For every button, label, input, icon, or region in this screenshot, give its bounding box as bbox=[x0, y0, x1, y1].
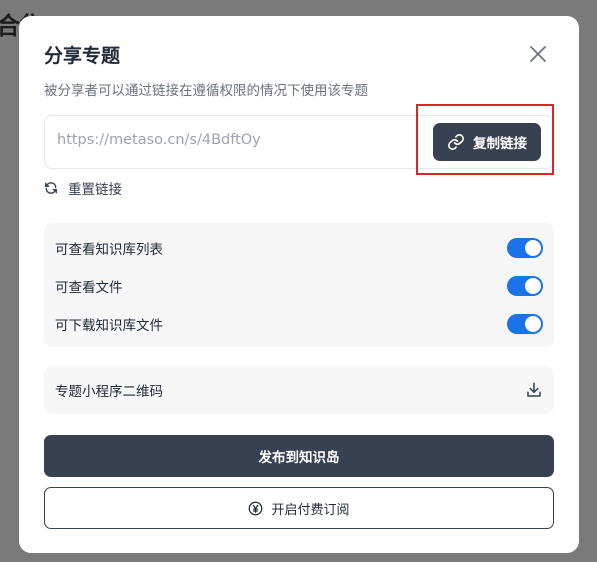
link-icon bbox=[448, 134, 464, 150]
dialog-subtitle: 被分享者可以通过链接在遵循权限的情况下使用该专题 bbox=[44, 83, 368, 99]
share-topic-dialog: 分享专题 被分享者可以通过链接在遵循权限的情况下使用该专题 复制链接 重置链接 … bbox=[19, 16, 579, 553]
qr-code-label: 专题小程序二维码 bbox=[55, 384, 163, 400]
permission-download-kb-files: 可下载知识库文件 bbox=[44, 312, 554, 336]
dialog-title: 分享专题 bbox=[44, 45, 121, 67]
qr-code-panel: 专题小程序二维码 bbox=[44, 366, 554, 414]
permission-view-files: 可查看文件 bbox=[44, 274, 554, 298]
share-link-input[interactable] bbox=[57, 132, 397, 148]
yen-coin-icon bbox=[249, 501, 263, 515]
permissions-panel: 可查看知识库列表 可查看文件 可下载知识库文件 bbox=[44, 223, 554, 347]
copy-link-button[interactable]: 复制链接 bbox=[433, 123, 541, 161]
reset-link-button[interactable]: 重置链接 bbox=[44, 178, 122, 198]
refresh-icon bbox=[45, 182, 57, 194]
publish-to-knowledge-island-button[interactable]: 发布到知识岛 bbox=[44, 435, 554, 477]
download-kb-files-toggle[interactable] bbox=[507, 314, 543, 334]
publish-label: 发布到知识岛 bbox=[258, 450, 340, 466]
permission-label: 可查看知识库列表 bbox=[55, 242, 163, 258]
permission-label: 可下载知识库文件 bbox=[55, 318, 163, 334]
view-kb-list-toggle[interactable] bbox=[507, 238, 543, 258]
copy-link-label: 复制链接 bbox=[473, 136, 527, 152]
subscribe-label: 开启付费订阅 bbox=[271, 502, 350, 518]
permission-label: 可查看文件 bbox=[55, 280, 123, 296]
download-qr-button[interactable] bbox=[525, 381, 543, 399]
close-icon bbox=[530, 46, 546, 62]
view-files-toggle[interactable] bbox=[507, 276, 543, 296]
close-button[interactable] bbox=[527, 43, 549, 65]
download-icon bbox=[527, 382, 541, 397]
permission-view-kb-list: 可查看知识库列表 bbox=[44, 236, 554, 260]
reset-link-label: 重置链接 bbox=[68, 182, 122, 198]
share-link-box: 复制链接 bbox=[44, 115, 554, 169]
enable-paid-subscription-button[interactable]: 开启付费订阅 bbox=[44, 487, 554, 529]
